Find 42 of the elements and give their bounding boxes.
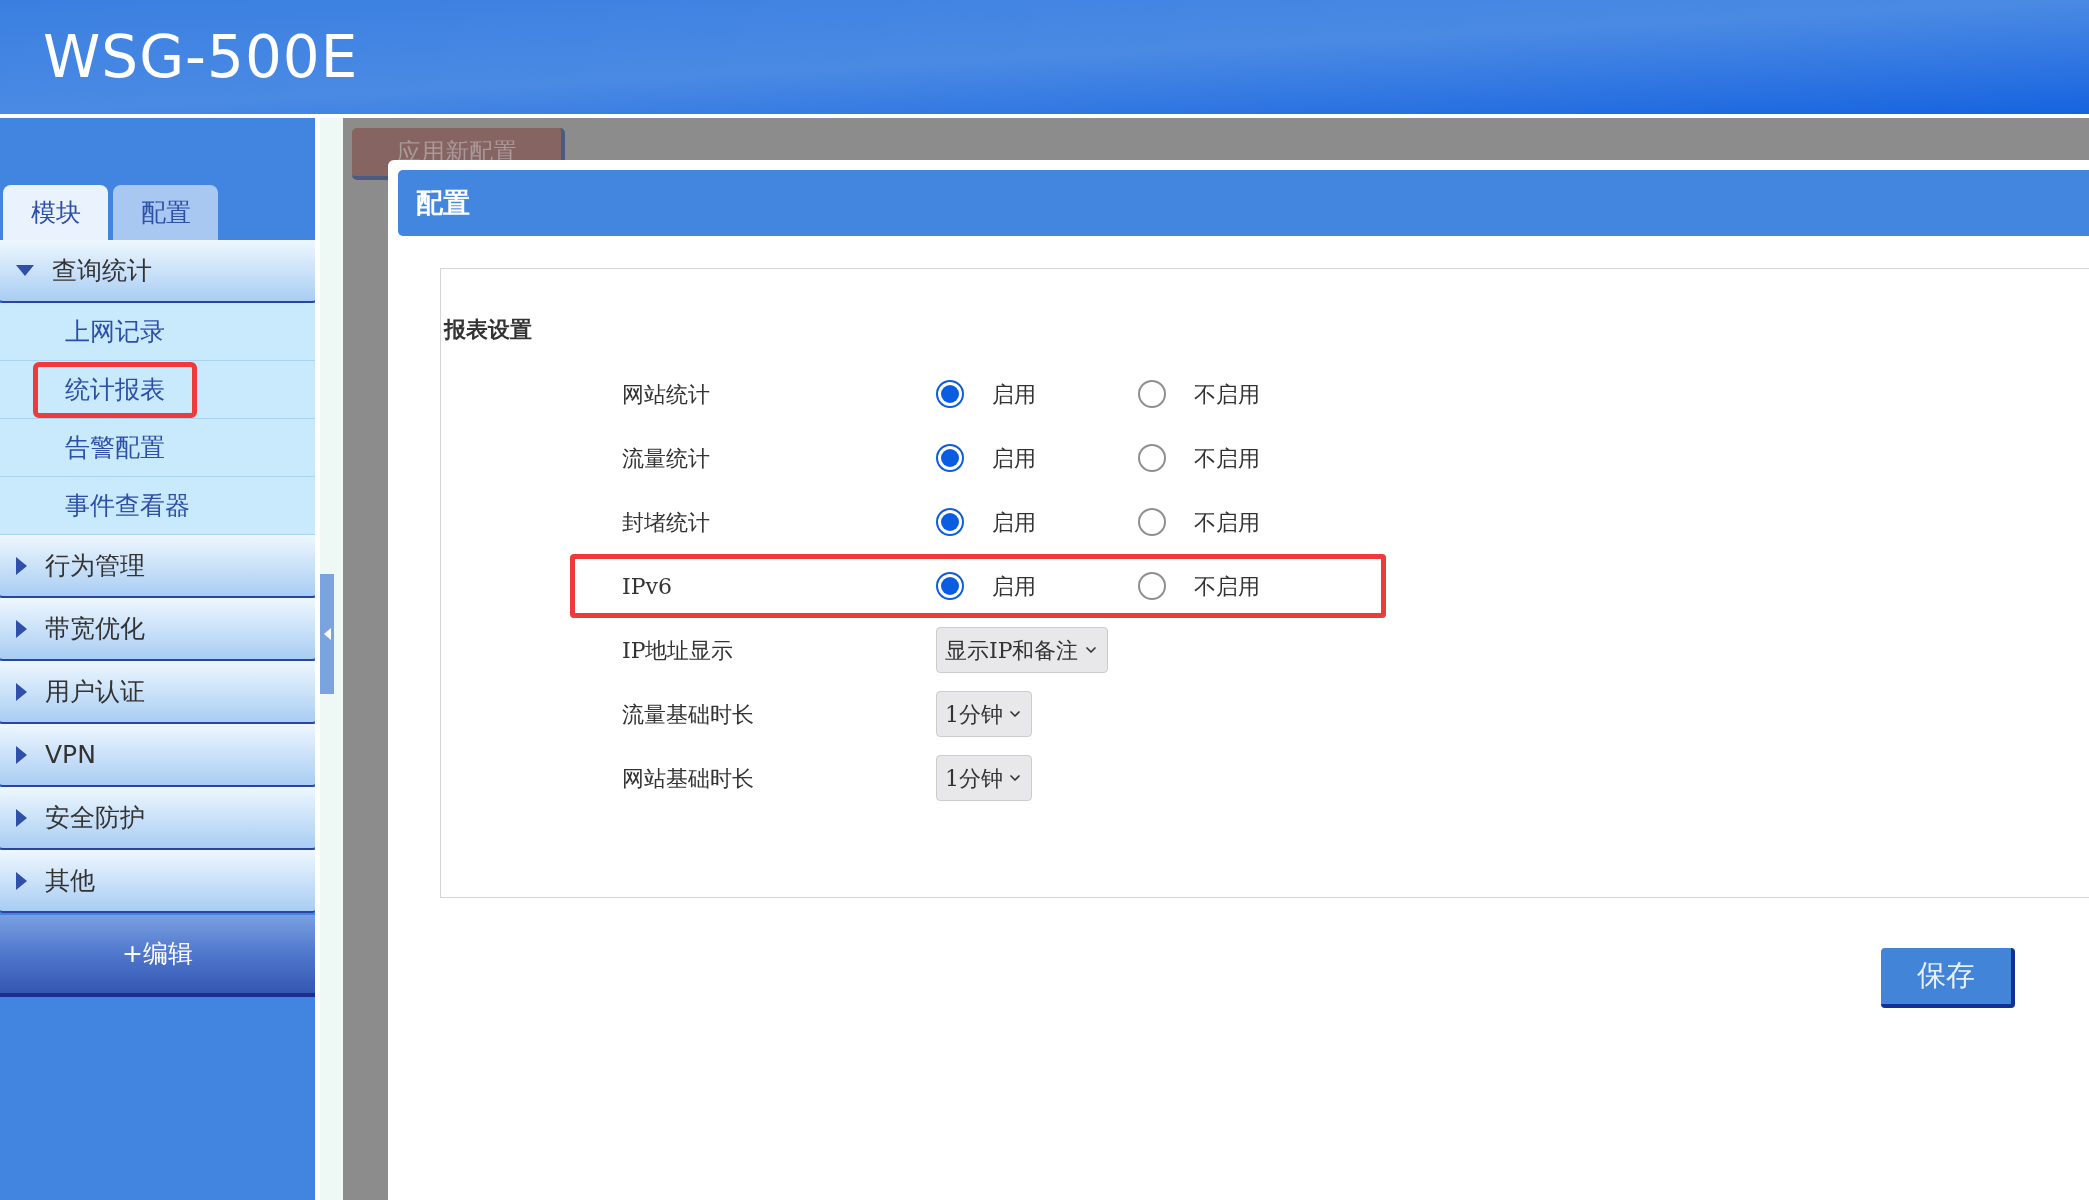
sidebar-tab[interactable]: 配置 bbox=[113, 185, 218, 240]
setting-label: 流量基础时长 bbox=[621, 700, 755, 729]
sidebar-group-header[interactable]: 带宽优化 bbox=[0, 598, 315, 661]
sidebar-item[interactable]: 统计报表 bbox=[33, 361, 197, 418]
radio-button[interactable] bbox=[1138, 444, 1166, 472]
setting-label: 封堵统计 bbox=[621, 508, 711, 537]
sidebar-group-header[interactable]: 用户认证 bbox=[0, 661, 315, 724]
sidebar-group-header[interactable]: 其他 bbox=[0, 850, 315, 913]
sidebar-tab[interactable]: 模块 bbox=[3, 185, 108, 240]
edit-button[interactable]: +编辑 bbox=[0, 915, 315, 997]
radio-button[interactable] bbox=[936, 444, 964, 472]
dropdown[interactable]: 1分钟 bbox=[936, 691, 1032, 737]
setting-label: IPv6 bbox=[621, 572, 673, 601]
radio-label: 启用 bbox=[992, 572, 1036, 601]
sidebar-group-header[interactable]: VPN bbox=[0, 724, 315, 787]
radio-label: 不启用 bbox=[1194, 572, 1260, 601]
radio-button[interactable] bbox=[936, 380, 964, 408]
product-title: WSG-500E bbox=[43, 21, 359, 93]
caret-left-icon bbox=[323, 628, 331, 640]
setting-label: IP地址显示 bbox=[621, 636, 735, 665]
radio-label: 不启用 bbox=[1194, 444, 1260, 473]
radio-button[interactable] bbox=[1138, 572, 1166, 600]
radio-label: 不启用 bbox=[1194, 508, 1260, 537]
radio-button[interactable] bbox=[1138, 508, 1166, 536]
radio-button[interactable] bbox=[1138, 380, 1166, 408]
radio-label: 启用 bbox=[992, 508, 1036, 537]
sidebar-group-header[interactable]: 安全防护 bbox=[0, 787, 315, 850]
sidebar-group-header[interactable]: 查询统计 bbox=[0, 240, 315, 303]
setting-label: 网站基础时长 bbox=[621, 764, 755, 793]
radio-label: 启用 bbox=[992, 380, 1036, 409]
setting-label: 网站统计 bbox=[621, 380, 711, 409]
radio-button[interactable] bbox=[936, 572, 964, 600]
setting-label: 流量统计 bbox=[621, 444, 711, 473]
sidebar-group-header[interactable]: 行为管理 bbox=[0, 535, 315, 598]
collapse-handle[interactable] bbox=[320, 574, 334, 694]
dropdown[interactable]: 1分钟 bbox=[936, 755, 1032, 801]
dropdown[interactable]: 显示IP和备注 bbox=[936, 627, 1108, 673]
section-title: 报表设置 bbox=[444, 315, 532, 344]
dialog-title: 配置 bbox=[416, 185, 470, 220]
radio-button[interactable] bbox=[936, 508, 964, 536]
radio-label: 启用 bbox=[992, 444, 1036, 473]
radio-label: 不启用 bbox=[1194, 380, 1260, 409]
